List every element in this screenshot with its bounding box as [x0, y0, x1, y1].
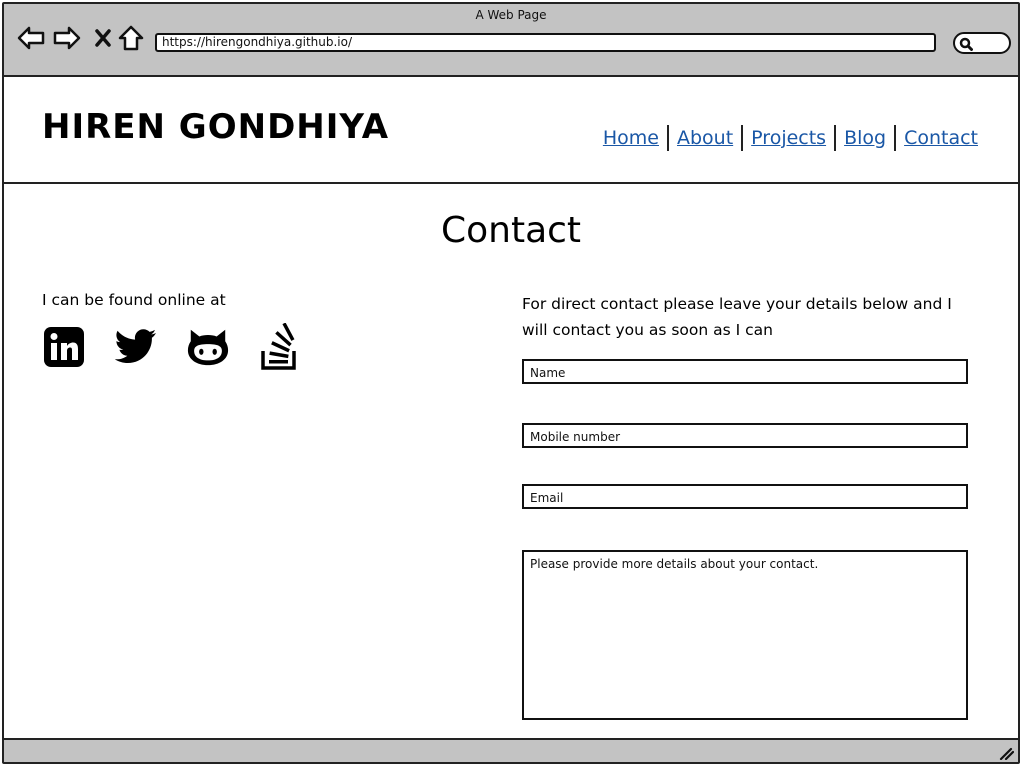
email-field[interactable]	[522, 484, 968, 509]
page-title: Contact	[440, 210, 582, 251]
nav-link-blog[interactable]: Blog	[834, 125, 894, 151]
forward-arrow-icon	[53, 26, 81, 50]
contact-intro-text: For direct contact please leave your det…	[522, 295, 952, 339]
mobile-number-field[interactable]	[522, 423, 968, 448]
browser-chrome: A Web Page https://hirengondhiya.github.…	[4, 4, 1018, 77]
forward-button[interactable]	[52, 23, 82, 53]
nav-link-about[interactable]: About	[666, 125, 741, 151]
search-icon	[959, 37, 973, 51]
social-intro-text: I can be found online at	[42, 291, 226, 309]
stackoverflow-icon	[261, 323, 296, 370]
nav-link-projects[interactable]: Projects	[741, 125, 834, 151]
back-button[interactable]	[16, 23, 46, 53]
site-nav: Home About Projects Blog Contact	[595, 125, 986, 151]
address-bar[interactable]: https://hirengondhiya.github.io/	[155, 33, 936, 52]
contact-section: For direct contact please leave your det…	[522, 291, 972, 343]
window-title: A Web Page	[475, 8, 547, 22]
github-icon	[187, 329, 229, 366]
github-link[interactable]	[186, 325, 230, 369]
twitter-link[interactable]	[114, 325, 158, 369]
home-icon	[118, 25, 144, 51]
linkedin-icon	[44, 327, 84, 367]
site-header: HIREN GONDHIYA Home About Projects Blog …	[4, 77, 1018, 184]
social-section: I can be found online at	[42, 291, 462, 370]
social-links	[42, 323, 462, 370]
twitter-icon	[114, 329, 156, 363]
close-icon	[95, 29, 111, 47]
site-brand: HIREN GONDHIYA	[42, 107, 390, 147]
details-textarea[interactable]	[522, 550, 968, 720]
browser-window: A Web Page https://hirengondhiya.github.…	[2, 2, 1020, 764]
stop-button[interactable]	[88, 23, 118, 53]
name-field[interactable]	[522, 359, 968, 384]
resize-grip-icon[interactable]	[998, 746, 1014, 760]
status-bar	[4, 738, 1018, 762]
home-button[interactable]	[116, 23, 146, 53]
stackoverflow-link[interactable]	[258, 323, 302, 370]
nav-link-contact[interactable]: Contact	[894, 125, 986, 151]
back-arrow-icon	[17, 26, 45, 50]
linkedin-link[interactable]	[42, 325, 86, 369]
browser-search-field[interactable]	[953, 32, 1011, 54]
nav-link-home[interactable]: Home	[595, 125, 667, 151]
